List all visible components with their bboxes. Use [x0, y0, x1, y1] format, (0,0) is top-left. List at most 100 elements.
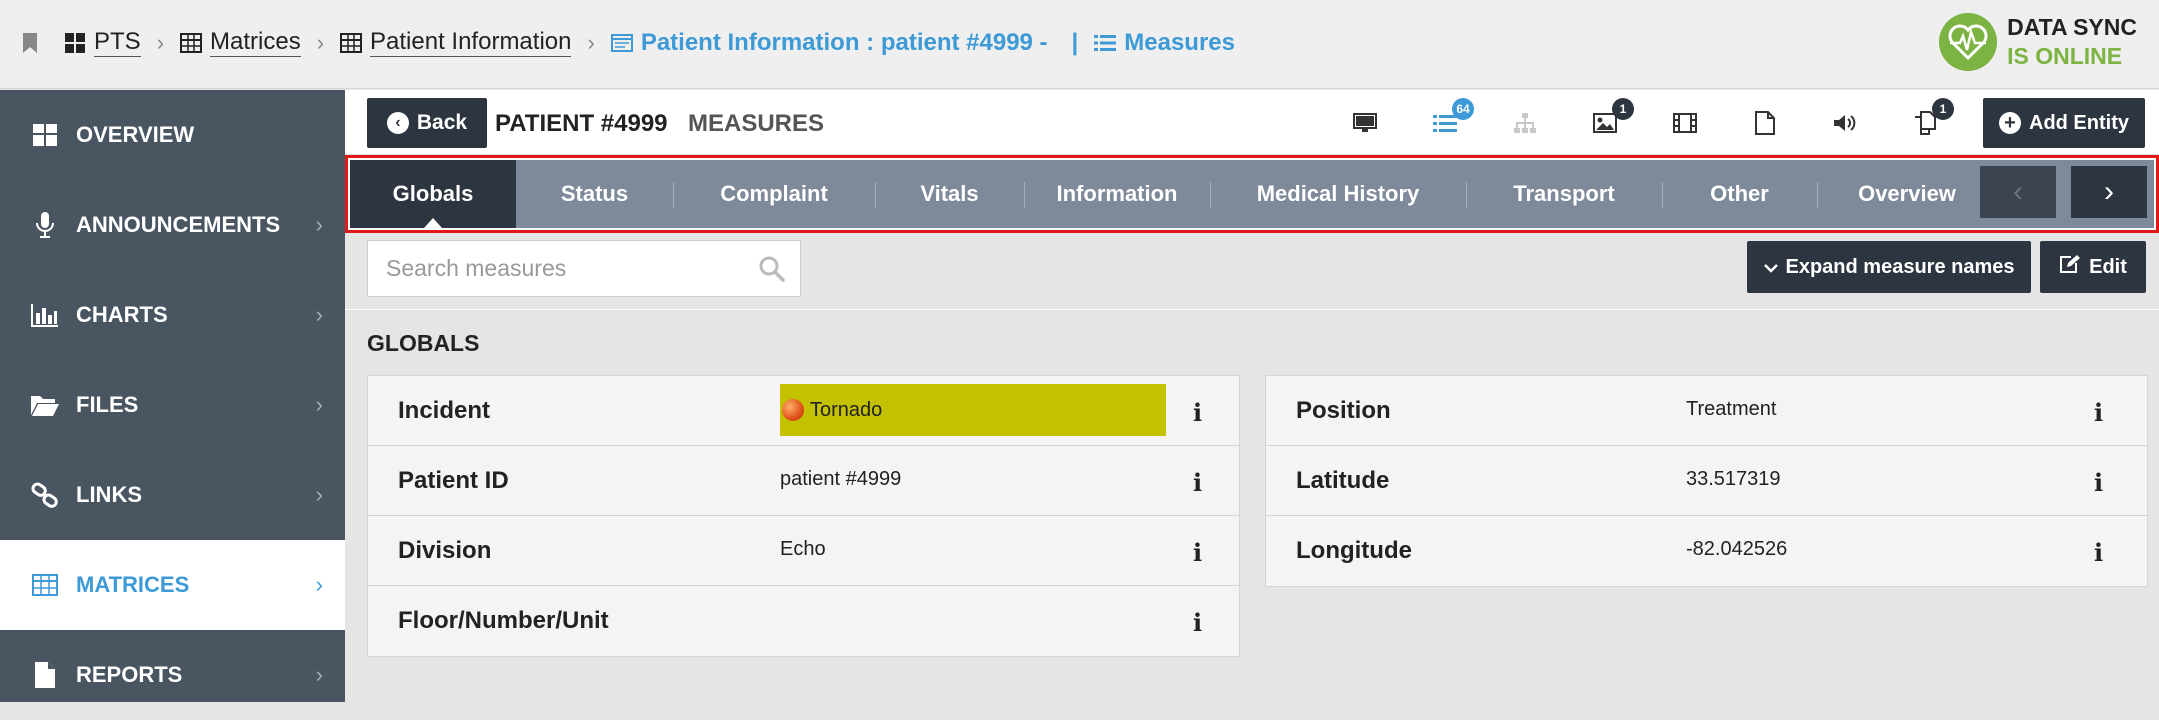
tab-complaint[interactable]: Complaint	[673, 160, 875, 228]
status-dot-icon	[782, 399, 804, 421]
image-count-badge: 1	[1612, 98, 1634, 120]
search-icon	[759, 256, 785, 282]
sidebar-item-label: LINKS	[76, 482, 142, 507]
sidebar-item-reports[interactable]: REPORTS ›	[0, 630, 345, 720]
page-title: PATIENT #4999	[495, 110, 668, 137]
expand-measure-names-button[interactable]: Expand measure names	[1747, 241, 2031, 293]
measure-row-position[interactable]: Position Treatment i	[1266, 376, 2147, 446]
id-card-icon	[610, 33, 633, 52]
main-content: ‹ Back PATIENT #4999 MEASURES 64 1 1 + A…	[345, 90, 2159, 702]
chevron-right-icon: ›	[315, 392, 323, 417]
bar-chart-icon	[30, 303, 60, 327]
breadcrumb-matrices[interactable]: Matrices	[180, 28, 301, 57]
dashboard-icon	[30, 123, 60, 147]
sidebar-item-charts[interactable]: CHARTS ›	[0, 270, 345, 360]
sidebar-item-links[interactable]: LINKS ›	[0, 450, 345, 540]
table-icon	[340, 32, 363, 53]
tabs-prev-button[interactable]: ‹	[1980, 166, 2056, 218]
breadcrumb-pts[interactable]: PTS	[64, 28, 141, 57]
chevron-right-icon: ›	[316, 29, 325, 55]
measure-row-patient-id[interactable]: Patient ID patient #4999 i	[368, 446, 1239, 516]
sidebar-item-matrices[interactable]: MATRICES ›	[0, 540, 345, 630]
tabs-next-button[interactable]: ›	[2071, 166, 2147, 218]
entity-header: ‹ Back PATIENT #4999 MEASURES 64 1 1 + A…	[345, 90, 2159, 155]
dashboard-icon	[65, 32, 85, 53]
page-subtitle: MEASURES	[688, 110, 825, 137]
tab-status[interactable]: Status	[516, 160, 673, 228]
sidebar-item-announcements[interactable]: ANNOUNCEMENTS ›	[0, 180, 345, 270]
bookmark-icon[interactable]	[22, 32, 38, 54]
chevron-right-icon: ›	[315, 302, 323, 327]
sidebar-item-overview[interactable]: OVERVIEW	[0, 90, 345, 180]
search-input[interactable]: Search measures	[367, 240, 801, 297]
back-button[interactable]: ‹ Back	[367, 98, 487, 148]
measure-row-latitude[interactable]: Latitude 33.517319 i	[1266, 446, 2147, 516]
copy-icon[interactable]: 1	[1910, 98, 1954, 138]
sidebar-item-label: FILES	[76, 392, 139, 417]
sidebar-item-label: CHARTS	[76, 302, 168, 327]
measure-row-incident[interactable]: Incident Tornado i	[368, 376, 1239, 446]
chevron-right-icon: ›	[315, 572, 323, 597]
hierarchy-icon[interactable]	[1510, 108, 1540, 138]
tab-medical-history[interactable]: Medical History	[1210, 160, 1466, 228]
measure-row-division[interactable]: Division Echo i	[368, 516, 1239, 586]
info-icon[interactable]: i	[1193, 608, 1202, 637]
add-entity-button[interactable]: + Add Entity	[1983, 98, 2145, 148]
edit-icon	[2059, 254, 2081, 280]
table-icon	[30, 574, 60, 596]
measures-grid-right: Position Treatment i Latitude 33.517319 …	[1265, 375, 2148, 587]
chevron-left-icon: ‹	[386, 112, 409, 134]
sidebar-item-files[interactable]: FILES ›	[0, 360, 345, 450]
heartbeat-icon	[1939, 13, 1998, 71]
tab-globals[interactable]: Globals	[350, 160, 516, 228]
edit-button[interactable]: Edit	[2040, 241, 2146, 293]
breadcrumb-measures[interactable]: | Measures	[1072, 29, 1235, 57]
data-sync-status: DATA SYNC IS ONLINE	[1939, 13, 2137, 71]
info-icon[interactable]: i	[2094, 468, 2103, 497]
section-divider	[345, 309, 2159, 310]
tab-transport[interactable]: Transport	[1466, 160, 1662, 228]
breadcrumb: PTS › Matrices › Patient Information › P…	[22, 28, 1235, 57]
desktop-icon[interactable]	[1350, 108, 1380, 138]
link-icon	[30, 482, 60, 508]
incident-value[interactable]: Tornado	[780, 384, 1166, 436]
chevron-right-icon: ›	[2104, 175, 2114, 208]
plus-icon: +	[1999, 112, 2021, 134]
file-icon	[30, 661, 60, 689]
section-title: GLOBALS	[367, 330, 480, 356]
tab-overview[interactable]: Overview	[1817, 160, 1997, 228]
info-icon[interactable]: i	[2094, 538, 2103, 567]
chevron-right-icon: ›	[156, 29, 165, 55]
tab-information[interactable]: Information	[1024, 160, 1210, 228]
microphone-icon	[30, 211, 60, 239]
tab-other[interactable]: Other	[1662, 160, 1817, 228]
list-icon[interactable]: 64	[1430, 98, 1474, 138]
info-icon[interactable]: i	[1193, 468, 1202, 497]
film-icon[interactable]	[1670, 108, 1700, 138]
document-icon[interactable]	[1750, 108, 1780, 138]
measures-grid-left: Incident Tornado i Patient ID patient #4…	[367, 375, 1240, 657]
image-icon[interactable]: 1	[1590, 98, 1634, 138]
info-icon[interactable]: i	[1193, 398, 1202, 427]
chevron-down-icon	[1763, 256, 1778, 279]
table-icon	[180, 32, 203, 53]
breadcrumb-patient-information[interactable]: Patient Information	[340, 28, 572, 57]
measure-row-floor-number-unit[interactable]: Floor/Number/Unit i	[368, 586, 1239, 656]
sidebar-item-label: ANNOUNCEMENTS	[76, 212, 281, 237]
breadcrumb-pipe: |	[1071, 28, 1079, 56]
sidebar-item-label: REPORTS	[76, 662, 183, 687]
measure-row-longitude[interactable]: Longitude -82.042526 i	[1266, 516, 2147, 586]
chevron-right-icon: ›	[315, 212, 323, 237]
info-icon[interactable]: i	[2094, 398, 2103, 427]
measure-tabs: Globals Status Complaint Vitals Informat…	[350, 160, 2154, 228]
sync-line2: IS ONLINE	[2007, 43, 2123, 69]
chevron-right-icon: ›	[315, 482, 323, 507]
search-placeholder: Search measures	[386, 255, 567, 281]
info-icon[interactable]: i	[1193, 538, 1202, 567]
breadcrumb-patient-record[interactable]: Patient Information : patient #4999 -	[610, 29, 1048, 57]
sidebar: OVERVIEW ANNOUNCEMENTS › CHARTS › FILES …	[0, 90, 345, 702]
volume-icon[interactable]	[1830, 108, 1860, 138]
measure-tabs-container: Globals Status Complaint Vitals Informat…	[345, 155, 2159, 233]
chevron-left-icon: ‹	[2013, 175, 2023, 208]
tab-vitals[interactable]: Vitals	[875, 160, 1024, 228]
